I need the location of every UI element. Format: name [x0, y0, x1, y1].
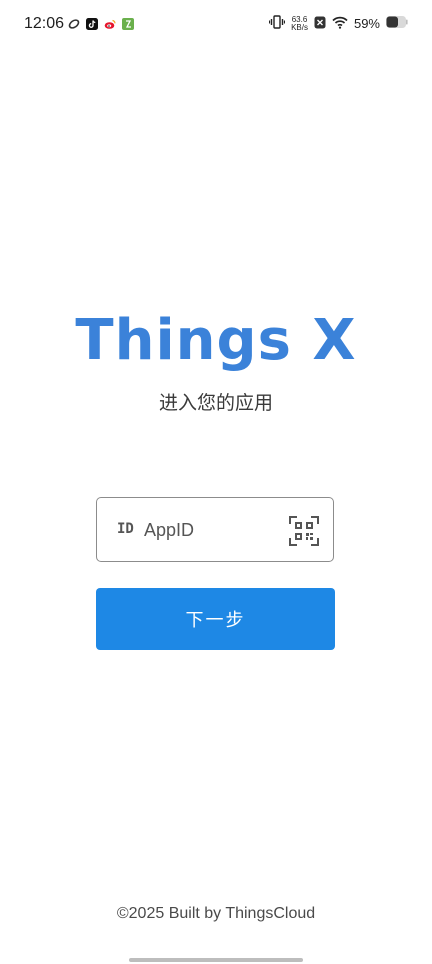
appid-field[interactable]: ID — [96, 497, 334, 562]
weibo-icon — [104, 18, 116, 30]
home-indicator[interactable] — [129, 958, 303, 962]
wifi-icon — [332, 16, 348, 32]
id-icon: ID — [117, 521, 134, 537]
vibrate-icon — [268, 15, 286, 32]
battery-percent: 59% — [353, 16, 380, 31]
battery-icon — [386, 16, 408, 31]
network-speed: 63.6 KB/s — [291, 15, 308, 32]
next-step-button[interactable]: 下一步 — [96, 588, 335, 650]
close-box-icon — [314, 16, 326, 32]
page-subtitle: 进入您的应用 — [158, 392, 273, 414]
status-notification-icons — [68, 18, 134, 30]
network-speed-unit: KB/s — [291, 22, 308, 32]
status-bar: 12:06 63.6 KB/s 59% — [0, 0, 432, 52]
status-right-group: 63.6 KB/s 59% — [268, 15, 408, 32]
footer-copyright: ©2025 Built by ThingsCloud — [116, 905, 316, 922]
app-icon — [122, 18, 134, 30]
app-logo-title: Things X — [75, 308, 357, 373]
tiktok-icon — [86, 18, 98, 30]
status-time: 12:06 — [24, 15, 65, 32]
link-icon — [68, 18, 80, 30]
qr-scan-icon[interactable] — [289, 516, 319, 546]
appid-input[interactable] — [144, 516, 284, 544]
